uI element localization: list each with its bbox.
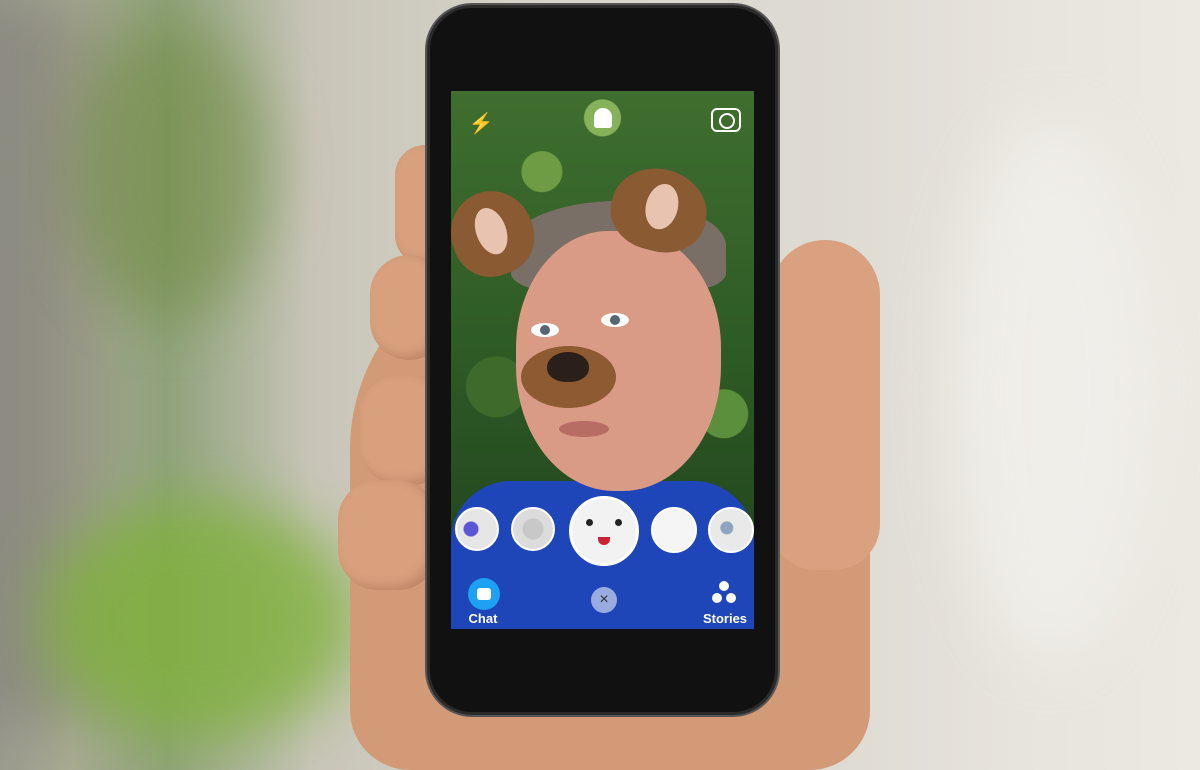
lens-purple-glasses[interactable] xyxy=(455,507,499,551)
stories-icon xyxy=(712,593,722,603)
dog-nose xyxy=(547,352,589,382)
mouth xyxy=(559,421,609,437)
right-eye xyxy=(601,313,629,327)
flash-off-icon[interactable]: ⚡ xyxy=(467,109,495,137)
chat-bubble-icon xyxy=(468,578,500,610)
thumb xyxy=(770,240,880,570)
background-foliage-top xyxy=(70,20,270,320)
dog-ear-inner xyxy=(468,203,514,259)
finger-little xyxy=(338,480,438,590)
lens-glasses[interactable] xyxy=(511,507,555,551)
lens-dog-selected[interactable] xyxy=(569,496,639,566)
flip-camera-icon[interactable] xyxy=(709,105,743,135)
dog-ear-inner xyxy=(640,180,683,233)
stories-icon xyxy=(726,593,736,603)
close-lens-button[interactable]: × xyxy=(591,587,617,613)
dog-snout xyxy=(521,346,616,408)
stories-button[interactable] xyxy=(706,581,742,609)
stories-label: Stories xyxy=(702,611,748,626)
left-eye xyxy=(531,323,559,337)
stories-icon xyxy=(719,581,729,591)
lens-cute-face[interactable] xyxy=(651,507,697,553)
lens-character[interactable] xyxy=(708,507,754,553)
snapchat-camera-screen: ⚡ Chat × Stories xyxy=(451,91,754,629)
dog-lens-face xyxy=(582,509,626,553)
chat-label: Chat xyxy=(468,611,498,626)
ghost-icon[interactable] xyxy=(592,107,614,129)
chat-button[interactable] xyxy=(465,577,503,611)
background-wall xyxy=(950,120,1150,660)
background-grass xyxy=(40,500,360,740)
